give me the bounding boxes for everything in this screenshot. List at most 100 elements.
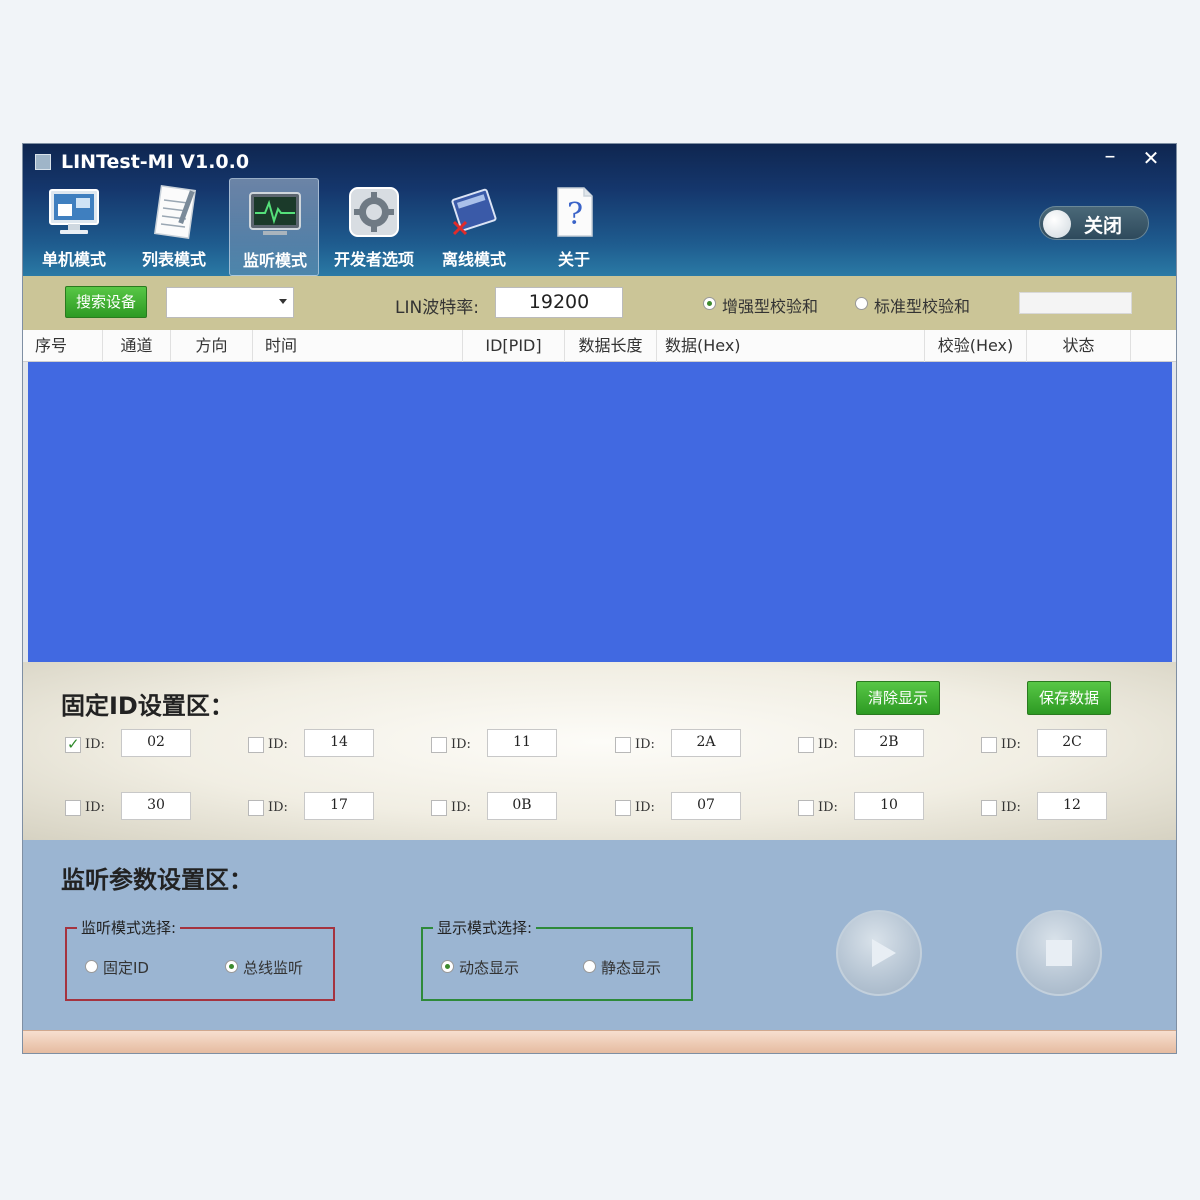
id-label: ID: <box>818 800 838 815</box>
col-data-length[interactable]: 数据长度 <box>565 330 657 362</box>
fixed-id-cell: ID: 30 <box>65 792 215 822</box>
fixed-id-checkbox[interactable] <box>798 800 814 816</box>
fixed-id-input[interactable]: 02 <box>121 729 191 757</box>
nav-list-mode[interactable]: 列表模式 <box>129 178 219 276</box>
fixed-id-panel: 固定ID设置区： 清除显示 保存数据 ID: 02 ID: 14 ID: 11 … <box>23 662 1176 840</box>
static-display-radio[interactable] <box>583 960 596 973</box>
power-toggle[interactable]: 关闭 <box>1039 206 1149 240</box>
nav-label: 开发者选项 <box>333 250 414 269</box>
fixed-id-title: 固定ID设置区： <box>61 692 234 720</box>
fixed-id-cell: ID: 02 <box>65 729 215 759</box>
display-mode-group: 显示模式选择: 动态显示 静态显示 <box>421 917 693 1001</box>
fixed-id-checkbox[interactable] <box>981 800 997 816</box>
col-id-pid[interactable]: ID[PID] <box>463 330 565 362</box>
col-status[interactable]: 状态 <box>1027 330 1131 362</box>
fixed-id-cell: ID: 17 <box>248 792 398 822</box>
fixed-id-checkbox[interactable] <box>431 737 447 753</box>
message-table-body[interactable] <box>28 362 1172 662</box>
fixed-id-input[interactable]: 17 <box>304 792 374 820</box>
col-data-hex[interactable]: 数据(Hex) <box>657 330 925 362</box>
clear-display-button[interactable]: 清除显示 <box>856 681 940 715</box>
offline-book-icon <box>451 188 497 236</box>
col-time[interactable]: 时间 <box>253 330 463 362</box>
header-bar: LINTest-MI V1.0.0 – ✕ 单机模式 列表模式 监听模式 开发者… <box>23 144 1176 276</box>
baud-rate-input[interactable]: 19200 <box>495 287 623 318</box>
id-label: ID: <box>635 737 655 752</box>
bus-monitor-radio[interactable] <box>225 960 238 973</box>
fixed-id-input[interactable]: 2C <box>1037 729 1107 757</box>
fixed-id-checkbox[interactable] <box>431 800 447 816</box>
id-label: ID: <box>85 800 105 815</box>
app-window: LINTest-MI V1.0.0 – ✕ 单机模式 列表模式 监听模式 开发者… <box>22 143 1177 1054</box>
fixed-id-checkbox[interactable] <box>615 800 631 816</box>
fixed-id-checkbox[interactable] <box>248 800 264 816</box>
fixed-id-checkbox[interactable] <box>798 737 814 753</box>
svg-text:?: ? <box>567 197 583 232</box>
search-device-button[interactable]: 搜索设备 <box>65 286 147 318</box>
fixed-id-checkbox[interactable] <box>981 737 997 753</box>
fixed-id-checkbox[interactable] <box>65 735 81 753</box>
id-label: ID: <box>451 800 471 815</box>
id-label: ID: <box>1001 737 1021 752</box>
nav-about[interactable]: ? 关于 <box>529 178 619 276</box>
fixed-id-mode-radio[interactable] <box>85 960 98 973</box>
col-channel[interactable]: 通道 <box>103 330 171 362</box>
monitor-params-title: 监听参数设置区： <box>61 866 253 894</box>
col-checksum-hex[interactable]: 校验(Hex) <box>925 330 1027 362</box>
monitor-icon <box>49 189 99 234</box>
nav-offline-mode[interactable]: 离线模式 <box>429 178 519 276</box>
fixed-id-mode-label: 固定ID <box>103 959 149 977</box>
fixed-id-input[interactable]: 30 <box>121 792 191 820</box>
nav-developer-options[interactable]: 开发者选项 <box>329 178 419 276</box>
fixed-id-input[interactable]: 0B <box>487 792 557 820</box>
static-display-label: 静态显示 <box>601 959 662 977</box>
device-select[interactable] <box>166 287 294 318</box>
app-logo-icon <box>35 154 51 170</box>
fixed-id-input[interactable]: 12 <box>1037 792 1107 820</box>
nav-label: 关于 <box>557 250 590 269</box>
fixed-id-checkbox[interactable] <box>248 737 264 753</box>
fixed-id-input[interactable]: 10 <box>854 792 924 820</box>
nav-label: 单机模式 <box>41 250 106 269</box>
nav-standalone-mode[interactable]: 单机模式 <box>29 178 119 276</box>
help-icon: ? <box>557 187 593 237</box>
col-index[interactable]: 序号 <box>23 330 103 362</box>
chevron-down-icon <box>279 299 287 304</box>
col-direction[interactable]: 方向 <box>171 330 253 362</box>
display-mode-label: 显示模式选择: <box>433 917 537 938</box>
fixed-id-input[interactable]: 2B <box>854 729 924 757</box>
id-label: ID: <box>268 800 288 815</box>
fixed-id-cell: ID: 2A <box>615 729 765 759</box>
fixed-id-cell: ID: 10 <box>798 792 948 822</box>
fixed-id-input[interactable]: 14 <box>304 729 374 757</box>
nav-monitor-mode[interactable]: 监听模式 <box>229 178 319 276</box>
id-label: ID: <box>268 737 288 752</box>
nav-label: 离线模式 <box>441 250 506 269</box>
fixed-id-checkbox[interactable] <box>615 737 631 753</box>
minimize-button[interactable]: – <box>1095 146 1125 169</box>
save-data-button[interactable]: 保存数据 <box>1027 681 1111 715</box>
dynamic-display-radio[interactable] <box>441 960 454 973</box>
enhanced-checksum-radio[interactable] <box>703 297 716 310</box>
close-button[interactable]: ✕ <box>1136 147 1166 169</box>
fixed-id-input[interactable]: 2A <box>671 729 741 757</box>
stop-monitor-button[interactable] <box>1016 910 1102 996</box>
nav-label: 列表模式 <box>141 250 206 269</box>
start-monitor-button[interactable] <box>836 910 922 996</box>
enhanced-checksum-label: 增强型校验和 <box>722 297 819 316</box>
monitor-params-panel: 监听参数设置区： 监听模式选择: 固定ID 总线监听 显示模式选择: 动态显示 … <box>23 840 1176 1030</box>
play-icon <box>872 939 896 967</box>
fixed-id-cell: ID: 12 <box>981 792 1131 822</box>
fixed-id-input[interactable]: 07 <box>671 792 741 820</box>
window-title: LINTest-MI V1.0.0 <box>61 151 250 173</box>
gear-icon <box>349 187 399 237</box>
bus-monitor-label: 总线监听 <box>243 959 304 977</box>
toggle-knob <box>1043 210 1071 238</box>
id-label: ID: <box>818 737 838 752</box>
fixed-id-input[interactable]: 11 <box>487 729 557 757</box>
id-label: ID: <box>85 737 105 752</box>
stop-icon <box>1046 940 1072 966</box>
toggle-label: 关闭 <box>1084 215 1123 237</box>
fixed-id-checkbox[interactable] <box>65 800 81 816</box>
standard-checksum-radio[interactable] <box>855 297 868 310</box>
